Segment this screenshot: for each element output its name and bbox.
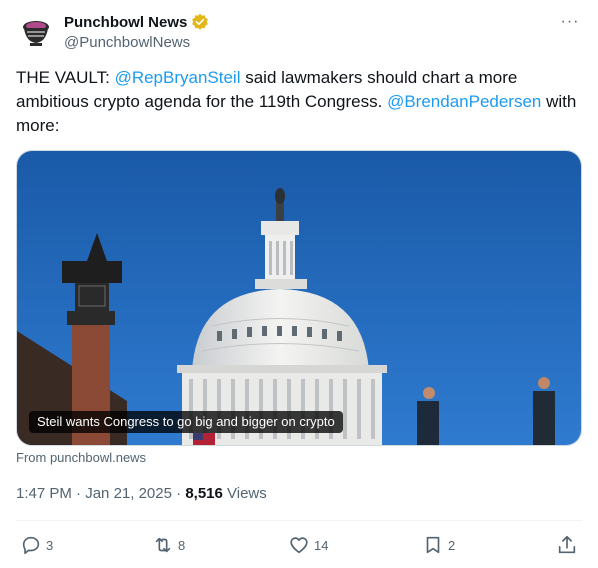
divider: [16, 520, 582, 521]
bookmark-button[interactable]: 2: [422, 530, 455, 560]
link-card-image[interactable]: Steil wants Congress to go big and bigge…: [16, 150, 582, 446]
share-button[interactable]: [556, 530, 578, 560]
source-link[interactable]: From punchbowl.news: [16, 450, 146, 465]
more-options-icon[interactable]: ···: [558, 12, 582, 32]
card-caption: Steil wants Congress to go big and bigge…: [29, 411, 343, 433]
mention-link[interactable]: @BrendanPedersen: [387, 92, 541, 111]
action-bar: 3 8 14 2: [16, 530, 582, 560]
share-icon: [558, 535, 576, 554]
meta-separator: ·: [171, 485, 186, 502]
like-count: 14: [314, 537, 329, 553]
heart-icon: [290, 537, 308, 554]
repost-button[interactable]: 8: [152, 530, 185, 560]
tweet-date[interactable]: Jan 21, 2025: [85, 485, 172, 502]
reply-button[interactable]: 3: [20, 530, 53, 560]
bookmark-count: 2: [448, 537, 456, 553]
bookmark-icon: [426, 536, 440, 554]
views-label: Views: [222, 485, 267, 502]
text-segment: THE VAULT:: [16, 68, 115, 87]
tweet-time[interactable]: 1:47 PM: [16, 485, 72, 502]
like-button[interactable]: 14: [288, 530, 328, 560]
tweet-meta: 1:47 PM · Jan 21, 2025 · 8,516 Views: [16, 485, 267, 502]
tweet-text: THE VAULT: @RepBryanSteil said lawmakers…: [16, 66, 582, 138]
reply-icon: [22, 536, 40, 555]
repost-count: 8: [178, 537, 186, 553]
repost-icon: [155, 537, 171, 553]
mention-link[interactable]: @RepBryanSteil: [115, 68, 241, 87]
avatar[interactable]: [16, 12, 56, 52]
verified-badge-icon: [192, 13, 209, 30]
reply-count: 3: [46, 537, 54, 553]
views-count: 8,516: [185, 485, 223, 502]
meta-separator: ·: [71, 485, 86, 502]
capitol-photo: [17, 151, 581, 445]
display-name[interactable]: Punchbowl News: [64, 14, 187, 31]
handle[interactable]: @PunchbowlNews: [64, 34, 209, 51]
punchbowl-logo-icon: [16, 12, 56, 52]
tweet-header: Punchbowl News @PunchbowlNews ···: [16, 12, 582, 52]
